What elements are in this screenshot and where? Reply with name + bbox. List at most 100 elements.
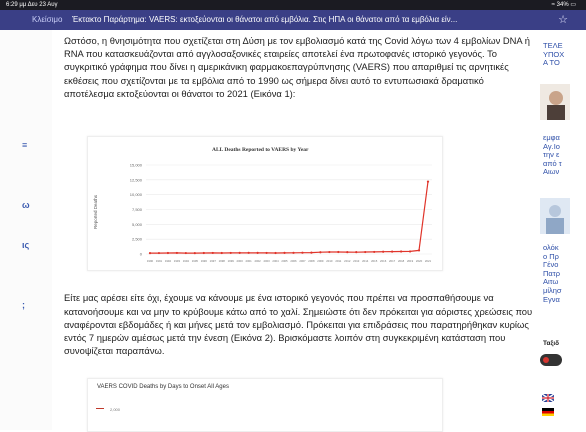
chart-x-tick-label: 1991 [156,259,163,263]
data-point [346,251,349,254]
battery-icon: ▭ [570,2,576,8]
series-points [148,180,430,255]
close-button[interactable]: Κλείσιμο [32,10,62,30]
battery-level: 34% [556,2,569,8]
status-battery: ≈ 34% ▭ [552,0,576,10]
chart-x-tick-label: 2020 [416,259,423,263]
chart-x-tick-label: 1998 [219,259,226,263]
chart-x-tick-label: 1995 [192,259,199,263]
chart-x-tick-label: 2019 [407,259,414,263]
data-point [157,251,161,255]
sidebar-thumbnail[interactable] [540,84,570,120]
chart-x-tick-label: 2011 [335,259,341,263]
sidebar-link[interactable]: εμφα Αγ.Ιο την ε από τ Αιων [543,133,562,177]
wifi-icon: ≈ [551,2,555,8]
star-icon[interactable]: ☆ [558,10,568,30]
chart-y-tick-label: 2,500 [132,237,143,242]
data-point [166,251,170,255]
chart-x-tick-label: 2005 [281,259,288,263]
data-point [292,251,295,254]
data-point [417,249,421,252]
data-point [256,251,259,254]
left-menu-mark[interactable]: ω [22,200,30,210]
data-point [373,250,376,254]
chart-x-tick-label: 1999 [228,259,235,263]
chart-x-tick-label: 2003 [263,259,270,263]
data-point [193,252,196,255]
chart-y-ticks: 15,000 12,500 10,000 7,500 5,000 2,500 0 [130,163,143,257]
left-menu-mark[interactable]: ≡ [22,140,27,150]
article-paragraph-2: Είτε μας αρέσει είτε όχι, έχουμε να κάνο… [64,292,533,357]
chart-x-tick-label: 1990 [147,259,154,263]
data-point [364,250,367,254]
data-point [399,250,403,253]
sidebar-tags-label: Ταξιδ [543,340,560,347]
chart-y-tick-label: 0 [140,252,143,257]
chart-x-tick-label: 2006 [290,259,297,263]
chart-x-tick-label: 2018 [398,259,405,263]
chart-title: ALL Deaths Reported to VAERS by Year [212,147,309,153]
data-point [319,251,322,254]
data-point [211,251,214,255]
chart-x-tick-label: 1997 [210,259,217,263]
data-point [247,251,250,254]
chart-x-tick-label: 2021 [425,259,432,263]
chart-x-tick-label: 2013 [353,259,360,263]
chart-y-tick-label: 7,500 [132,207,143,212]
chart-x-tick-label: 2012 [344,259,351,263]
chart-x-tick-label: 1993 [174,259,181,263]
uk-flag-icon[interactable] [542,394,554,402]
sidebar-link[interactable]: ΤΕΛΕ ΥΠΟΧ Α ΤΟ [543,41,564,68]
sidebar-link[interactable]: ολόκ ο Πρ Γένο Πατρ Αιτω μίλησ Εγνα [543,243,562,304]
left-sidebar: ≡ ω ις ; [0,30,52,430]
chart-y-tick-label: 12,500 [130,177,143,182]
chart-x-tick-label: 2004 [272,259,279,263]
chart-x-tick-label: 2010 [326,259,333,263]
chart-x-tick-label: 2009 [317,259,324,263]
data-point [202,251,205,255]
left-menu-mark[interactable]: ις [22,240,29,250]
data-point [283,251,286,254]
chart-x-tick-label: 2015 [371,259,378,263]
chart-x-tick-label: 2001 [246,259,253,263]
chart-x-ticks: 1990 1991 1992 1993 1994 1995 1996 1997 1998 1999… [147,259,432,263]
chart-x-tick-label: 2016 [380,259,387,263]
data-point [301,251,304,254]
chart2-legend-mark [96,408,104,409]
chart-svg: ALL Deaths Reported to VAERS by Year Rep… [93,147,432,263]
data-point [355,251,358,254]
status-bar: 6:29 μμ Δευ 23 Αυγ ≈ 34% ▭ [0,0,586,10]
data-point [382,250,385,253]
series-line [150,181,429,254]
article-body: Ωστόσο, η θνησιμότητα που σχετίζεται στη… [64,34,534,100]
sidebar-thumbnail[interactable] [540,198,570,234]
chart-x-tick-label: 1996 [201,259,208,263]
data-point [426,180,430,183]
data-point [265,251,268,255]
right-sidebar: ΤΕΛΕ ΥΠΟΧ Α ΤΟ εμφα Αγ.Ιο την ε από τ Αι… [536,30,586,430]
data-point [328,250,331,254]
chart-grid [146,164,432,255]
status-time: 6:29 μμ Δευ 23 Αυγ [6,2,58,8]
chart-x-tick-label: 1994 [183,259,190,263]
data-point [310,251,313,254]
chart-covid-deaths-days-to-onset: VAERS COVID Deaths by Days to Onset All … [87,378,443,432]
data-point [220,251,223,255]
data-point [229,251,232,255]
data-point [175,251,179,255]
data-point [184,251,187,255]
chart2-y-tick: 2,000 [110,407,121,412]
data-point [238,251,241,254]
data-point [337,250,340,254]
article-paragraph-1: Ωστόσο, η θνησιμότητα που σχετίζεται στη… [64,35,530,99]
chart-y-tick-label: 15,000 [130,163,143,168]
de-flag-icon[interactable] [542,408,554,416]
chart-x-tick-label: 2008 [308,259,315,263]
chart-y-tick-label: 5,000 [132,222,143,227]
record-icon[interactable] [540,354,562,366]
left-menu-mark[interactable]: ; [22,300,25,310]
data-point [391,250,394,253]
chart-x-tick-label: 2017 [389,259,396,263]
chart-x-tick-label: 1992 [165,259,172,263]
article-body-2: Είτε μας αρέσει είτε όχι, έχουμε να κάνο… [64,282,534,367]
